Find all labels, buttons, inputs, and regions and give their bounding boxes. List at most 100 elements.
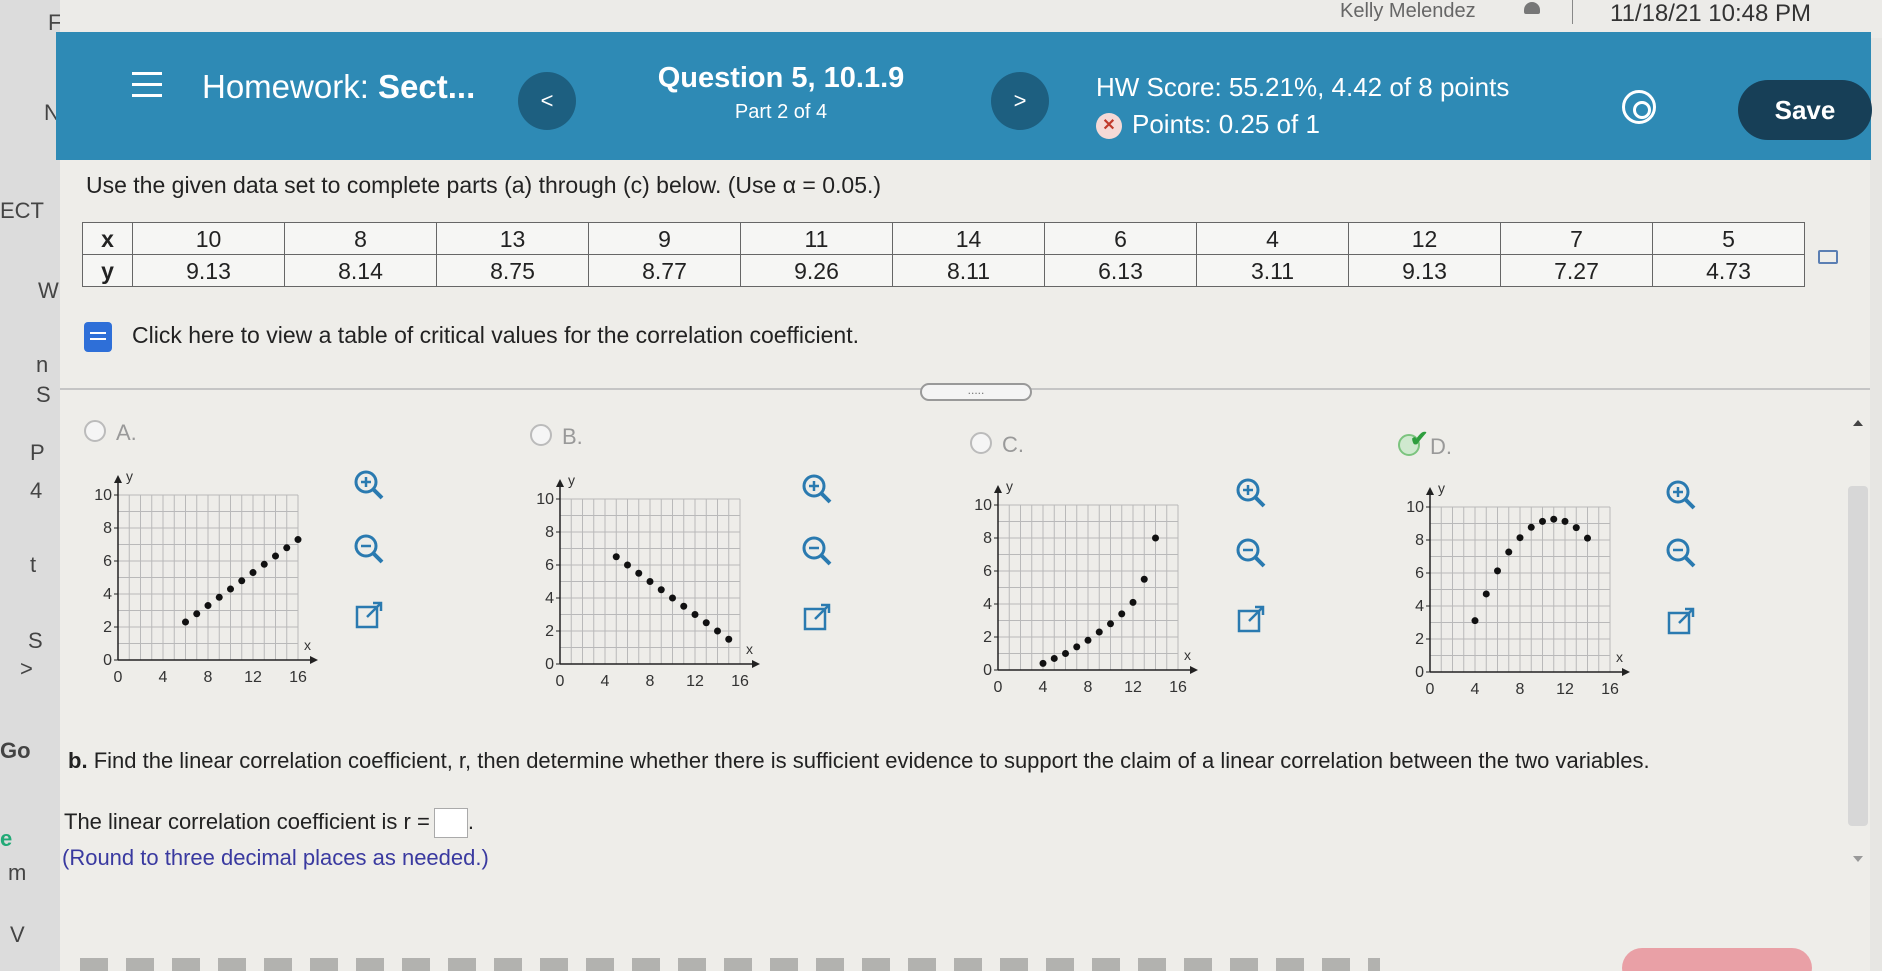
y-axis-arrow bbox=[556, 479, 564, 487]
data-point bbox=[1584, 534, 1591, 542]
menu-icon[interactable] bbox=[132, 72, 162, 98]
zoom-out-icon[interactable] bbox=[352, 532, 386, 566]
zoom-in-icon[interactable] bbox=[352, 468, 386, 502]
divider-handle[interactable]: ..... bbox=[920, 383, 1032, 401]
zoom-out-icon[interactable] bbox=[1664, 536, 1698, 570]
y-axis-arrow bbox=[114, 475, 122, 483]
x-tick-label: 12 bbox=[244, 669, 262, 686]
data-point bbox=[1152, 534, 1159, 542]
chevron-right-icon: > bbox=[1013, 88, 1027, 113]
table-cell: 8 bbox=[284, 222, 437, 255]
data-point bbox=[1539, 517, 1546, 525]
data-point bbox=[1039, 659, 1047, 667]
data-point bbox=[1516, 534, 1524, 542]
y-tick-label: 4 bbox=[103, 586, 112, 603]
table-header-y: y bbox=[82, 254, 133, 287]
option-a-radio[interactable] bbox=[84, 420, 106, 442]
x-axis-arrow bbox=[310, 656, 318, 664]
y-tick-label: 10 bbox=[1406, 499, 1424, 516]
save-button[interactable]: Save bbox=[1738, 80, 1872, 140]
x-axis-label: x bbox=[1616, 649, 1623, 665]
x-tick-label: 0 bbox=[994, 679, 1003, 696]
zoom-in-icon[interactable] bbox=[1664, 478, 1698, 512]
critical-values-link[interactable]: Click here to view a table of critical v… bbox=[84, 322, 859, 352]
y-tick-label: 2 bbox=[983, 629, 992, 646]
zoom-in-icon[interactable] bbox=[1234, 476, 1268, 510]
blurred-bottom-text bbox=[80, 958, 1380, 971]
y-tick-label: 4 bbox=[983, 596, 992, 613]
homework-title-prefix: Homework: bbox=[202, 68, 369, 105]
data-point bbox=[1494, 567, 1501, 575]
y-tick-label: 0 bbox=[1415, 664, 1424, 681]
y-axis-arrow bbox=[1426, 487, 1434, 495]
x-axis-label: x bbox=[746, 641, 753, 657]
zoom-out-icon[interactable] bbox=[1234, 536, 1268, 570]
external-link-icon[interactable] bbox=[1664, 604, 1698, 638]
r-answer-input[interactable] bbox=[433, 808, 468, 838]
left-fragment: P bbox=[30, 440, 45, 465]
scroll-track[interactable] bbox=[1848, 486, 1868, 826]
user-icon bbox=[1524, 2, 1540, 14]
answer-prefix: The linear correlation coefficient is r … bbox=[64, 808, 430, 834]
y-tick-label: 6 bbox=[103, 553, 112, 570]
check-answer-button[interactable] bbox=[1622, 948, 1812, 971]
table-cell: 9 bbox=[588, 222, 741, 255]
option-c-radio[interactable] bbox=[970, 432, 992, 454]
external-link-icon[interactable] bbox=[1234, 602, 1268, 636]
scroll-up-icon[interactable] bbox=[1853, 420, 1863, 426]
content-scrollbar[interactable] bbox=[1848, 416, 1868, 866]
x-tick-label: 4 bbox=[601, 673, 610, 690]
gear-icon[interactable] bbox=[1622, 90, 1656, 124]
left-fragment: W bbox=[38, 278, 59, 303]
data-point bbox=[283, 544, 291, 552]
zoom-out-icon[interactable] bbox=[800, 534, 834, 568]
option-b-radio[interactable] bbox=[530, 424, 552, 446]
x-tick-label: 8 bbox=[204, 669, 213, 686]
table-cell: 8.14 bbox=[284, 254, 437, 287]
x-axis-label: x bbox=[304, 637, 311, 653]
data-point bbox=[1471, 617, 1479, 625]
data-point bbox=[691, 611, 699, 618]
previous-question-button[interactable]: < bbox=[518, 72, 576, 130]
homework-section: Sect... bbox=[378, 68, 476, 105]
data-point bbox=[1095, 628, 1103, 636]
table-cell: 4 bbox=[1196, 222, 1349, 255]
y-tick-label: 10 bbox=[974, 497, 992, 514]
external-link-icon[interactable] bbox=[800, 600, 834, 634]
next-question-button[interactable]: > bbox=[991, 72, 1049, 130]
status-separator bbox=[1572, 0, 1573, 24]
left-fragment: 4 bbox=[30, 478, 43, 503]
x-axis-arrow bbox=[1190, 666, 1198, 674]
data-point bbox=[1107, 620, 1114, 628]
data-point bbox=[635, 569, 643, 577]
external-link-icon[interactable] bbox=[352, 598, 386, 632]
scroll-down-icon[interactable] bbox=[1853, 856, 1863, 862]
answer-line: The linear correlation coefficient is r … bbox=[64, 808, 474, 838]
option-b-label: B. bbox=[562, 424, 583, 449]
copy-icon[interactable] bbox=[1818, 250, 1838, 264]
data-point bbox=[1527, 523, 1535, 531]
x-tick-label: 0 bbox=[1426, 681, 1435, 698]
left-fragment: e bbox=[0, 826, 13, 851]
y-tick-label: 6 bbox=[545, 557, 554, 574]
y-tick-label: 0 bbox=[103, 652, 112, 669]
y-tick-label: 6 bbox=[1415, 565, 1424, 582]
zoom-in-icon[interactable] bbox=[800, 472, 834, 506]
hw-score: HW Score: 55.21%, 4.42 of 8 points bbox=[1096, 72, 1510, 102]
status-user-name: Kelly Melendez bbox=[1340, 0, 1476, 22]
data-point bbox=[204, 602, 212, 610]
data-point bbox=[1572, 524, 1580, 532]
option-d-label: D. bbox=[1430, 434, 1452, 459]
score-panel: HW Score: 55.21%, 4.42 of 8 points ✕ Poin… bbox=[1096, 72, 1509, 140]
table-cell: 10 bbox=[132, 222, 285, 255]
homework-title: Homework: Sect... bbox=[202, 68, 475, 106]
table-cell: 4.73 bbox=[1652, 254, 1805, 287]
y-tick-label: 4 bbox=[545, 590, 554, 607]
data-point bbox=[612, 553, 620, 561]
x-tick-label: 12 bbox=[1124, 679, 1142, 696]
y-tick-label: 2 bbox=[1415, 631, 1424, 648]
scatter-plot-d: x y 0 4 8 12 16 0 2 4 6 8 10 bbox=[1400, 472, 1660, 727]
checkmark-icon: ✔ bbox=[1410, 426, 1429, 451]
points-row: ✕ Points: 0.25 of 1 bbox=[1096, 109, 1509, 140]
y-axis-label: y bbox=[568, 472, 575, 488]
